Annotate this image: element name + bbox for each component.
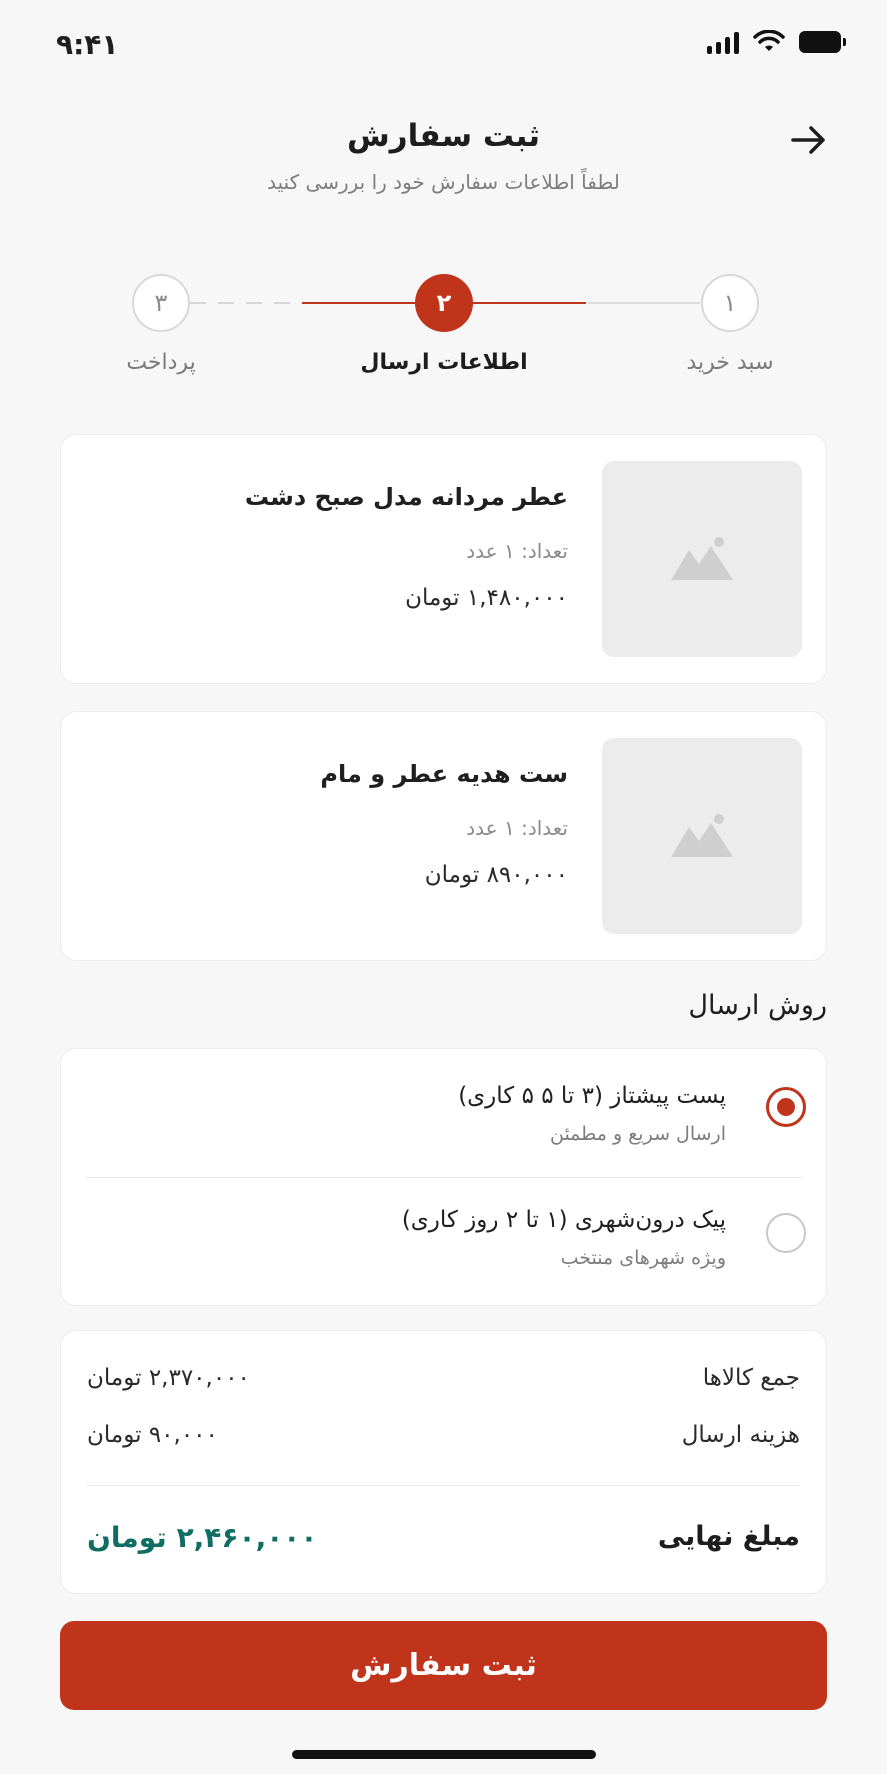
page-header: ثبت سفارش لطفاً اطلاعات سفارش خود را برر… [0, 118, 887, 194]
checkout-stepper: ۱ سبد خرید ۲ اطلاعات ارسال ۳ پرداخت [0, 274, 887, 384]
divider [85, 1177, 802, 1178]
step-3-label: پرداخت [126, 350, 196, 375]
shipping-option-description: ویژه شهرهای منتخب [560, 1247, 726, 1269]
final-amount-label: مبلغ نهایی [657, 1521, 800, 1552]
step-1-number: ۱ [723, 289, 737, 317]
page-subtitle: لطفاً اطلاعات سفارش خود را بررسی کنید [267, 170, 620, 194]
page-title: ثبت سفارش [347, 118, 540, 154]
home-indicator [292, 1750, 596, 1759]
product-card: عطر مردانه مدل صبح دشت تعداد: ۱ عدد ۱,۴۸… [60, 434, 827, 684]
shipping-option-text: پست پیشتاز (۳ تا ۵ ۵ کاری) ارسال سریع و … [458, 1083, 726, 1145]
product-quantity: تعداد: ۱ عدد [466, 539, 568, 563]
image-placeholder-icon [671, 537, 733, 580]
product-info: عطر مردانه مدل صبح دشت تعداد: ۱ عدد ۱,۴۸… [245, 483, 568, 611]
shipping-option-description: ارسال سریع و مطمئن [549, 1123, 726, 1145]
final-amount-value: ۲,۴۶۰,۰۰۰ تومان [87, 1521, 318, 1554]
status-time: ۹:۴۱ [56, 28, 119, 61]
product-info: ست هدیه عطر و مام تعداد: ۱ عدد ۸۹۰,۰۰۰ ت… [320, 760, 568, 888]
cellular-signal-icon [707, 30, 739, 54]
step-line-done [588, 302, 700, 304]
shipping-radio[interactable] [766, 1213, 806, 1253]
items-total-label: جمع کالاها [702, 1365, 800, 1391]
shipping-options-card: پست پیشتاز (۳ تا ۵ ۵ کاری) ارسال سریع و … [60, 1048, 827, 1306]
shipping-radio-selected[interactable] [766, 1087, 806, 1127]
divider [87, 1485, 800, 1486]
step-3-number: ۳ [154, 289, 168, 317]
product-price: ۱,۴۸۰,۰۰۰ تومان [405, 585, 568, 611]
image-placeholder-icon [671, 814, 733, 857]
product-image [602, 461, 802, 657]
items-total-value: ۲,۳۷۰,۰۰۰ تومان [87, 1365, 250, 1391]
battery-icon [799, 31, 846, 53]
step-2-circle[interactable]: ۲ [415, 274, 473, 332]
shipping-option-name: پست پیشتاز (۳ تا ۵ ۵ کاری) [458, 1083, 726, 1109]
submit-order-button[interactable]: ثبت سفارش [60, 1621, 827, 1710]
back-button[interactable] [787, 118, 831, 162]
step-1-circle[interactable]: ۱ [701, 274, 759, 332]
summary-row-total: مبلغ نهایی ۲,۴۶۰,۰۰۰ تومان [87, 1521, 800, 1554]
product-image [602, 738, 802, 934]
step-2-label: اطلاعات ارسال [360, 350, 528, 375]
product-price: ۸۹۰,۰۰۰ تومان [424, 862, 568, 888]
summary-row-shipping: هزینه ارسال ۹۰,۰۰۰ تومان [87, 1422, 800, 1448]
shipping-option-name: پیک درون‌شهری (۱ تا ۲ روز کاری) [401, 1207, 726, 1233]
product-card: ست هدیه عطر و مام تعداد: ۱ عدد ۸۹۰,۰۰۰ ت… [60, 711, 827, 961]
arrow-right-icon [791, 126, 825, 154]
shipping-section-title: روش ارسال [688, 990, 827, 1021]
product-name: عطر مردانه مدل صبح دشت [244, 483, 568, 511]
step-line-upcoming [190, 302, 300, 304]
product-quantity: تعداد: ۱ عدد [466, 816, 568, 840]
summary-row-items: جمع کالاها ۲,۳۷۰,۰۰۰ تومان [87, 1365, 800, 1391]
wifi-icon [753, 30, 785, 51]
shipping-option-text: پیک درون‌شهری (۱ تا ۲ روز کاری) ویژه شهر… [402, 1207, 726, 1269]
step-3-circle[interactable]: ۳ [132, 274, 190, 332]
order-summary-card: جمع کالاها ۲,۳۷۰,۰۰۰ تومان هزینه ارسال ۹… [60, 1330, 827, 1594]
product-name: ست هدیه عطر و مام [320, 760, 568, 788]
step-1-label: سبد خرید [686, 350, 774, 375]
status-bar: ۹:۴۱ [0, 0, 887, 90]
status-icons [707, 30, 846, 54]
shipping-option-courier[interactable]: پیک درون‌شهری (۱ تا ۲ روز کاری) ویژه شهر… [61, 1179, 828, 1305]
step-2-number: ۲ [436, 289, 452, 317]
shipping-cost-value: ۹۰,۰۰۰ تومان [87, 1422, 218, 1448]
shipping-option-express[interactable]: پست پیشتاز (۳ تا ۵ ۵ کاری) ارسال سریع و … [61, 1049, 828, 1175]
shipping-cost-label: هزینه ارسال [681, 1422, 800, 1448]
